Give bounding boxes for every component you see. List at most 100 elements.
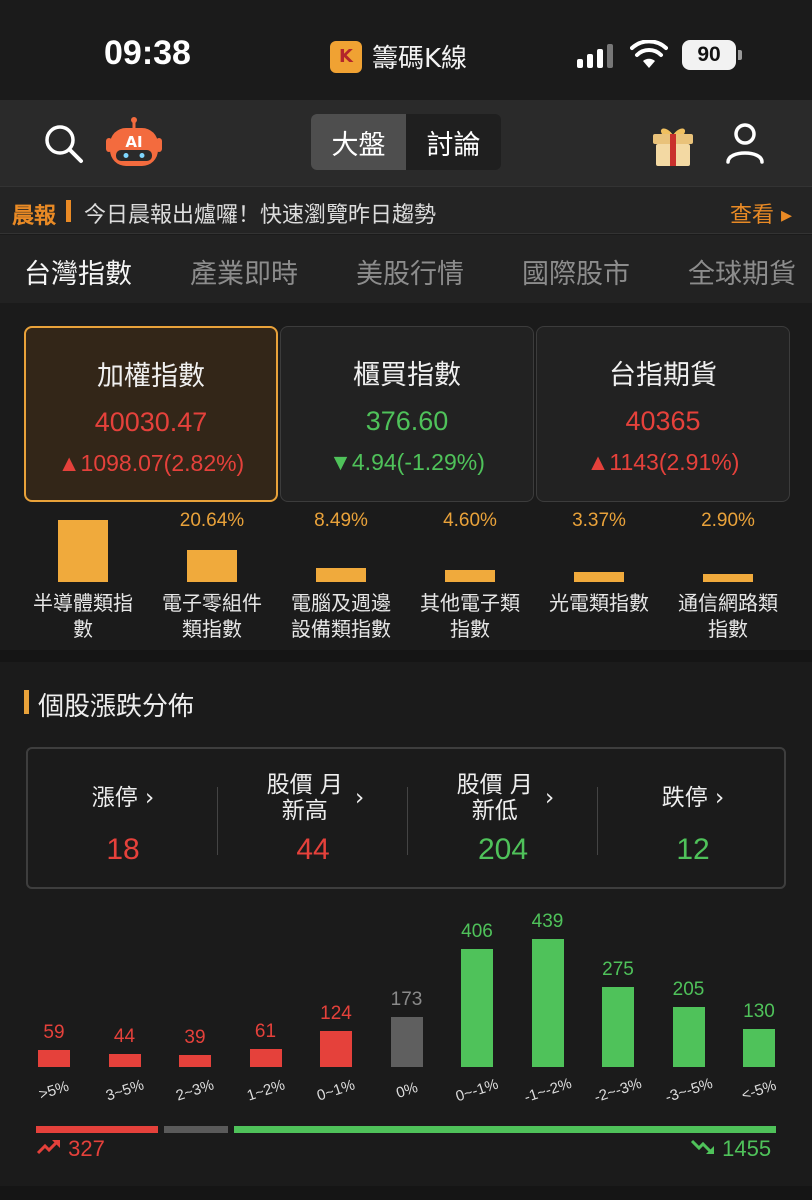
- index-value: 376.60: [365, 406, 449, 436]
- summary-value: 12: [676, 833, 710, 866]
- distribution-category: -2~-3%: [592, 1074, 644, 1107]
- distribution-category: 1~2%: [244, 1076, 287, 1105]
- summary-limit-down[interactable]: 跌停 › 12: [598, 749, 788, 889]
- distribution-bar[interactable]: [602, 986, 634, 1067]
- down-count: 1455: [690, 1136, 771, 1162]
- distribution-bar[interactable]: [743, 1029, 775, 1067]
- sector-bar: [58, 520, 108, 582]
- summary-value: 18: [106, 833, 140, 866]
- distribution-category: -1~-2%: [521, 1074, 574, 1107]
- tab-taiwan-index[interactable]: 台灣指數: [24, 252, 132, 291]
- sector-pct: 20.64%: [179, 510, 245, 531]
- sector-item[interactable]: 3.37% 光電類指數: [535, 510, 663, 616]
- distribution-bar[interactable]: [108, 1054, 141, 1067]
- distribution-value: 59: [43, 1021, 65, 1043]
- down-total: 1455: [722, 1136, 772, 1161]
- summary-value: 44: [296, 833, 330, 866]
- distribution-bar[interactable]: [249, 1049, 282, 1067]
- up-count: 327: [36, 1136, 105, 1162]
- tab-intl-markets[interactable]: 國際股市: [522, 252, 630, 291]
- sector-name: 通信網路類指數: [678, 591, 778, 641]
- sector-item[interactable]: 半導體類指數: [19, 510, 147, 642]
- sector-name: 半導體類指數: [33, 591, 133, 641]
- battery-icon: 90: [682, 40, 742, 70]
- tab-us-stocks[interactable]: 美股行情: [356, 252, 464, 291]
- section-title: 個股漲跌分佈: [38, 692, 195, 722]
- sector-pct: [19, 510, 147, 518]
- distribution-category: 3~5%: [103, 1076, 146, 1105]
- sector-bar: [316, 568, 366, 582]
- distribution-bar[interactable]: [390, 1016, 423, 1067]
- sector-item[interactable]: 8.49% 電腦及週邊設備類指數: [277, 510, 405, 642]
- user-profile-icon[interactable]: [724, 122, 766, 168]
- distribution-value: 124: [320, 1002, 352, 1024]
- summary-month-high[interactable]: 股價 月新高 › 44: [218, 749, 408, 889]
- sector-name: 電腦及週邊設備類指數: [291, 591, 391, 641]
- sector-name: 其他電子類指數: [420, 591, 520, 641]
- chevron-right-icon: ›: [715, 785, 725, 811]
- sector-bar: [445, 570, 495, 582]
- section-marker: [24, 690, 29, 714]
- index-card-otc[interactable]: 櫃買指數 376.60 ▼4.94(-1.29%): [280, 326, 534, 502]
- cellular-signal-icon: [577, 44, 613, 68]
- distribution-bar[interactable]: [38, 1049, 70, 1067]
- index-card-taiex[interactable]: 加權指數 40030.47 ▲1098.07(2.82%): [24, 326, 278, 502]
- chevron-right-icon: ›: [145, 785, 155, 811]
- distribution-category: 0%: [393, 1079, 420, 1102]
- market-discuss-toggle: 大盤 討論: [311, 114, 501, 170]
- up-total: 327: [68, 1136, 105, 1161]
- index-change: ▲1098.07(2.82%): [57, 450, 245, 476]
- ai-badge-text: AI: [125, 133, 142, 151]
- distribution-bar[interactable]: [672, 1007, 705, 1067]
- sector-item[interactable]: 2.90% 通信網路類指數: [664, 510, 792, 642]
- index-title: 櫃買指數: [353, 360, 461, 391]
- distribution-bar[interactable]: [320, 1030, 352, 1067]
- distribution-category: 2~3%: [173, 1076, 217, 1105]
- search-icon[interactable]: [44, 124, 84, 168]
- sector-pct: 8.49%: [314, 510, 368, 531]
- index-card-futures[interactable]: 台指期貨 40365 ▲1143(2.91%): [536, 326, 790, 502]
- distribution-category: -3~-5%: [662, 1074, 715, 1107]
- sector-bar: [703, 574, 753, 582]
- ai-robot-icon[interactable]: AI: [104, 116, 164, 172]
- distribution-value: 44: [113, 1026, 136, 1048]
- distribution-value: 275: [602, 958, 634, 980]
- distribution-value: 406: [461, 920, 493, 942]
- distribution-bar[interactable]: [179, 1055, 211, 1067]
- sector-item[interactable]: 20.64% 電子零組件類指數: [148, 510, 276, 642]
- distribution-bar[interactable]: [461, 948, 493, 1067]
- distribution-category: 0~-1%: [453, 1075, 501, 1106]
- news-headline[interactable]: 今日晨報出爐囉！快速瀏覽昨日趨勢: [84, 197, 436, 229]
- sector-item[interactable]: 4.60% 其他電子類指數: [406, 510, 534, 642]
- distribution-bar[interactable]: [531, 939, 564, 1067]
- distribution-value: 173: [390, 988, 423, 1010]
- trend-up-icon: [36, 1140, 60, 1155]
- summary-month-low[interactable]: 股價 月新低 › 204: [408, 749, 598, 889]
- summary-limit-up[interactable]: 漲停 › 18: [28, 749, 218, 889]
- section-divider: [0, 650, 812, 662]
- sector-name: 電子零組件類指數: [162, 591, 262, 641]
- distribution-category: <-5%: [739, 1076, 779, 1105]
- tab-market[interactable]: 大盤: [311, 114, 406, 170]
- index-change: ▼4.94(-1.29%): [329, 449, 485, 475]
- summary-label: 股價 月新高: [266, 772, 343, 824]
- bottom-divider: [0, 1186, 812, 1200]
- news-more-link[interactable]: 查看 ▸: [730, 197, 792, 229]
- gift-icon[interactable]: [650, 122, 696, 172]
- status-app-label: K 籌碼K線: [330, 38, 467, 75]
- summary-value: 204: [477, 833, 529, 866]
- index-value: 40365: [625, 406, 701, 436]
- tab-global-futures[interactable]: 全球期貨: [688, 252, 796, 291]
- app-logo-icon: K: [330, 40, 362, 73]
- tab-discuss[interactable]: 討論: [406, 114, 501, 170]
- distribution-value: 439: [531, 911, 564, 932]
- distribution-category: >5%: [36, 1077, 72, 1104]
- index-title: 加權指數: [97, 361, 205, 392]
- sector-bar: [187, 550, 237, 582]
- index-title: 台指期貨: [609, 360, 717, 391]
- down-ratio-bar: [234, 1126, 776, 1133]
- tab-industry-live[interactable]: 產業即時: [190, 252, 298, 291]
- summary-label: 漲停: [91, 785, 138, 811]
- distribution-category: 0~1%: [314, 1076, 358, 1105]
- flat-ratio-bar: [164, 1126, 228, 1133]
